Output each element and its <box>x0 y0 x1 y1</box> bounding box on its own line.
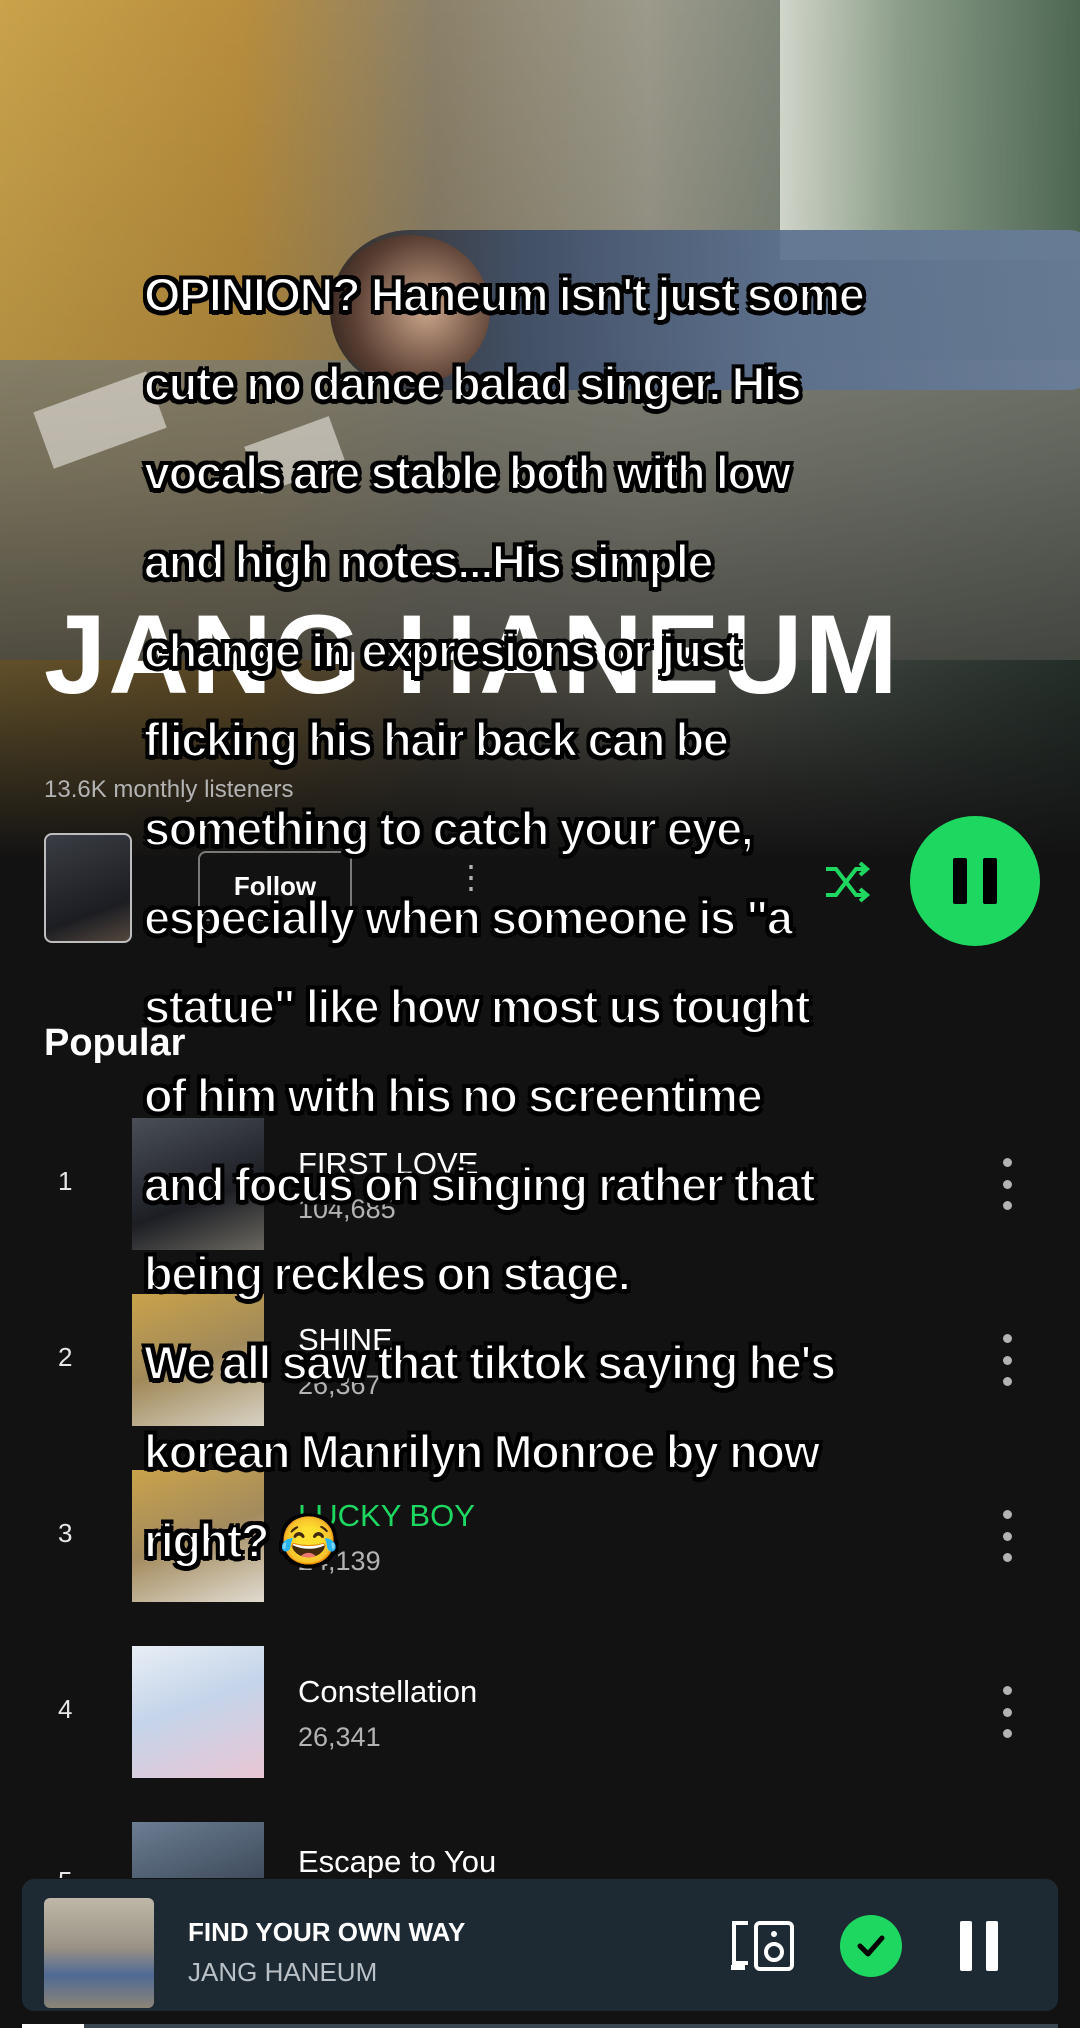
track-artwork <box>132 1646 264 1778</box>
now-playing-artist: JANG HANEUM <box>188 1957 378 1987</box>
connect-device-icon[interactable] <box>728 1919 796 1973</box>
now-playing-bar[interactable]: FIND YOUR OWN WAY JANG HANEUM <box>22 1879 1058 2011</box>
playback-progress-bar[interactable] <box>22 2024 1058 2028</box>
now-playing-title: FIND YOUR OWN WAY <box>188 1917 466 1947</box>
playback-progress-fill <box>22 2024 85 2028</box>
track-plays: 26,341 <box>298 1722 381 1752</box>
pause-icon <box>953 858 997 904</box>
more-vertical-icon[interactable] <box>1000 1686 1014 1738</box>
track-artwork <box>132 1822 264 1878</box>
pause-icon[interactable] <box>960 1921 998 1971</box>
track-row[interactable]: 4 Constellation 26,341 <box>0 1646 1080 1778</box>
track-rank: 5 <box>58 1866 72 1878</box>
track-rank: 2 <box>58 1342 73 1372</box>
track-title: Escape to You <box>298 1844 497 1878</box>
check-circle-icon[interactable] <box>840 1915 902 1977</box>
more-vertical-icon[interactable] <box>1000 1158 1014 1210</box>
more-vertical-icon[interactable] <box>1000 1334 1014 1386</box>
artist-pick-thumbnail[interactable] <box>44 833 132 943</box>
more-vertical-icon[interactable] <box>1000 1510 1014 1562</box>
track-rank: 4 <box>58 1694 73 1724</box>
overlay-caption: OPINION? Haneum isn't just some cute no … <box>143 267 866 1568</box>
track-row[interactable]: 5 Escape to You <box>0 1822 1080 1878</box>
track-rank: 1 <box>58 1166 73 1196</box>
window-backdrop <box>780 0 1080 260</box>
now-playing-artwork <box>44 1898 154 2008</box>
track-title: Constellation <box>298 1674 478 1709</box>
track-rank: 3 <box>58 1518 73 1548</box>
